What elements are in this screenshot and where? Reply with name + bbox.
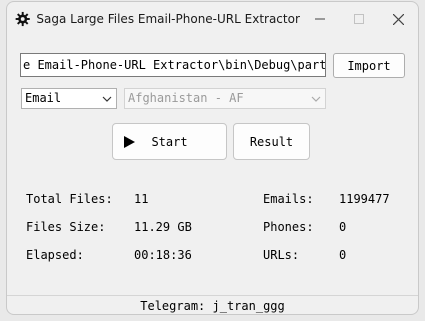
window-title: Saga Large Files Email-Phone-URL Extract… (36, 12, 300, 26)
start-button[interactable]: Start (112, 123, 227, 160)
close-icon (392, 13, 404, 25)
title-bar: Saga Large Files Email-Phone-URL Extract… (7, 2, 418, 36)
files-size-label: Files Size: (26, 220, 106, 234)
result-button[interactable]: Result (233, 123, 310, 160)
footer-text: Telegram: j_tran_ggg (140, 299, 285, 313)
play-icon (124, 136, 135, 148)
total-files-label: Total Files: (26, 192, 113, 206)
phones-label: Phones: (263, 220, 314, 234)
maximize-icon (353, 14, 364, 24)
phones-value: 0 (339, 220, 347, 234)
import-button[interactable]: Import (333, 53, 405, 78)
emails-label: Emails: (263, 192, 314, 206)
chevron-down-icon (98, 96, 116, 102)
gear-icon (15, 11, 30, 27)
chevron-down-icon (307, 96, 325, 102)
country-select-value: Afghanistan - AF (128, 91, 244, 105)
urls-value: 0 (339, 248, 347, 262)
elapsed-label: Elapsed: (26, 248, 84, 262)
total-files-value: 11 (134, 192, 149, 206)
files-size-value: 11.29 GB (134, 220, 192, 234)
close-button[interactable] (379, 2, 418, 36)
urls-label: URLs: (263, 248, 300, 262)
start-button-label: Start (151, 134, 188, 149)
type-select[interactable]: Email (21, 88, 117, 109)
minimize-icon (314, 18, 325, 20)
app-window: Saga Large Files Email-Phone-URL Extract… (6, 1, 419, 315)
type-select-value: Email (25, 91, 62, 105)
maximize-button[interactable] (339, 2, 378, 36)
emails-value: 1199477 (339, 192, 390, 206)
country-select[interactable]: Afghanistan - AF (124, 88, 326, 109)
minimize-button[interactable] (300, 2, 339, 36)
elapsed-value: 00:18:36 (134, 248, 192, 262)
path-input[interactable]: e Email-Phone-URL Extractor\bin\Debug\pa… (20, 53, 326, 77)
